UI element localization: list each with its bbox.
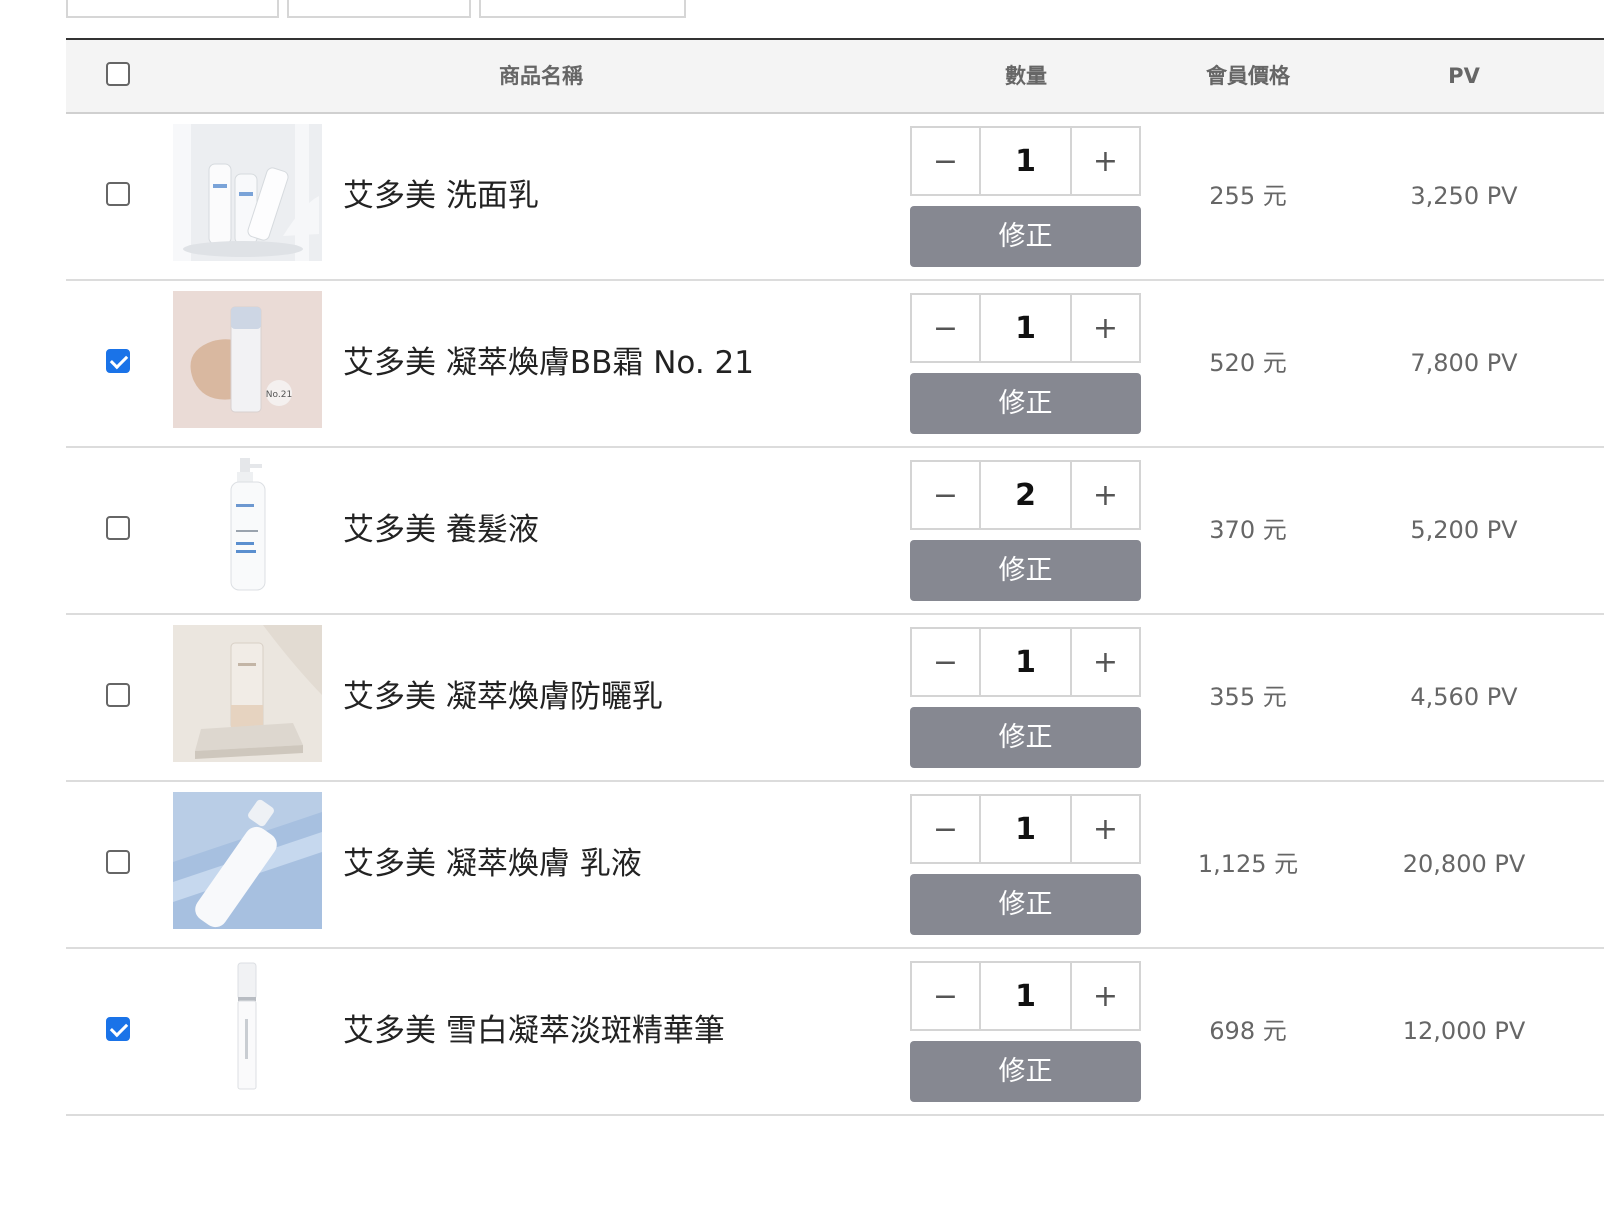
cart-header: 商品名稱 數量 會員價格 PV	[66, 38, 1604, 114]
row-checkbox[interactable]	[106, 1017, 130, 1041]
product-name[interactable]: 艾多美 養髮液	[343, 448, 539, 613]
fix-button[interactable]: 修正	[910, 206, 1141, 267]
product-name[interactable]: 艾多美 凝萃煥膚防曬乳	[343, 615, 663, 780]
plus-icon[interactable]: +	[1072, 295, 1139, 361]
plus-icon[interactable]: +	[1072, 796, 1139, 862]
serum-pen-product-photo	[173, 959, 322, 1096]
row-checkbox[interactable]	[106, 182, 130, 206]
plus-icon[interactable]: +	[1072, 462, 1139, 528]
top-control-1[interactable]	[66, 0, 279, 18]
member-price: 1,125 元	[1197, 850, 1299, 878]
header-member-price: 會員價格	[1206, 64, 1290, 88]
top-control-2[interactable]	[287, 0, 471, 18]
bb-cream-label: No.21	[266, 390, 292, 400]
pv-value: 7,800 PV	[1410, 349, 1518, 377]
header-quantity: 數量	[1005, 64, 1047, 88]
minus-icon[interactable]: −	[912, 295, 979, 361]
minus-icon[interactable]: −	[912, 462, 979, 528]
header-product-name: 商品名稱	[499, 64, 583, 88]
cart-row-1: 艾多美 洗面乳 − 1 + 修正 255 元 3,250 PV	[66, 114, 1604, 281]
row-checkbox[interactable]	[106, 683, 130, 707]
plus-icon[interactable]: +	[1072, 128, 1139, 194]
pv-value: 4,560 PV	[1410, 683, 1518, 711]
plus-icon[interactable]: +	[1072, 963, 1139, 1029]
row-checkbox[interactable]	[106, 349, 130, 373]
pv-value: 3,250 PV	[1410, 182, 1518, 210]
top-control-3[interactable]	[479, 0, 686, 18]
bb-cream-product-photo: No.21	[173, 291, 322, 428]
plus-icon[interactable]: +	[1072, 629, 1139, 695]
quantity-value[interactable]: 1	[979, 295, 1072, 361]
pv-value: 5,200 PV	[1410, 516, 1518, 544]
member-price: 255 元	[1209, 182, 1287, 210]
minus-icon[interactable]: −	[912, 796, 979, 862]
quantity-stepper: − 1 +	[910, 627, 1141, 697]
check-icon	[109, 350, 129, 370]
cleanser-product-photo	[173, 124, 322, 261]
fix-button[interactable]: 修正	[910, 707, 1141, 768]
pv-value: 20,800 PV	[1402, 850, 1526, 878]
quantity-value[interactable]: 1	[979, 629, 1072, 695]
cart-page: 商品名稱 數量 會員價格 PV 艾多美 洗面乳 − 1 + 修正 255 元 3…	[0, 0, 1604, 1206]
product-name[interactable]: 艾多美 凝萃煥膚 乳液	[343, 782, 642, 947]
header-pv: PV	[1448, 64, 1480, 88]
fix-button[interactable]: 修正	[910, 874, 1141, 935]
cart-table: 商品名稱 數量 會員價格 PV 艾多美 洗面乳 − 1 + 修正 255 元 3…	[66, 38, 1604, 1116]
member-price: 355 元	[1209, 683, 1287, 711]
cart-row-3: 艾多美 養髮液 − 2 + 修正 370 元 5,200 PV	[66, 448, 1604, 615]
cart-row-2: No.21 艾多美 凝萃煥膚BB霜 No. 21 − 1 + 修正 520 元 …	[66, 281, 1604, 448]
check-icon	[109, 1018, 129, 1038]
row-checkbox[interactable]	[106, 850, 130, 874]
minus-icon[interactable]: −	[912, 629, 979, 695]
fix-button[interactable]: 修正	[910, 373, 1141, 434]
minus-icon[interactable]: −	[912, 963, 979, 1029]
fix-button[interactable]: 修正	[910, 540, 1141, 601]
cart-row-6: 艾多美 雪白凝萃淡斑精華筆 − 1 + 修正 698 元 12,000 PV	[66, 949, 1604, 1116]
minus-icon[interactable]: −	[912, 128, 979, 194]
quantity-stepper: − 1 +	[910, 126, 1141, 196]
quantity-stepper: − 1 +	[910, 794, 1141, 864]
pv-value: 12,000 PV	[1402, 1017, 1526, 1045]
quantity-value[interactable]: 1	[979, 796, 1072, 862]
member-price: 698 元	[1209, 1017, 1287, 1045]
quantity-stepper: − 1 +	[910, 293, 1141, 363]
sunscreen-product-photo	[173, 625, 322, 762]
quantity-stepper: − 1 +	[910, 961, 1141, 1031]
product-name[interactable]: 艾多美 雪白凝萃淡斑精華筆	[343, 949, 725, 1114]
quantity-value[interactable]: 2	[979, 462, 1072, 528]
cart-row-4: 艾多美 凝萃煥膚防曬乳 − 1 + 修正 355 元 4,560 PV	[66, 615, 1604, 782]
member-price: 520 元	[1209, 349, 1287, 377]
row-checkbox[interactable]	[106, 516, 130, 540]
hair-tonic-product-photo	[173, 458, 322, 595]
product-name[interactable]: 艾多美 凝萃煥膚BB霜 No. 21	[343, 281, 754, 446]
quantity-value[interactable]: 1	[979, 128, 1072, 194]
quantity-value[interactable]: 1	[979, 963, 1072, 1029]
quantity-stepper: − 2 +	[910, 460, 1141, 530]
member-price: 370 元	[1209, 516, 1287, 544]
emulsion-product-photo	[173, 792, 322, 929]
cart-row-5: 艾多美 凝萃煥膚 乳液 − 1 + 修正 1,125 元 20,800 PV	[66, 782, 1604, 949]
fix-button[interactable]: 修正	[910, 1041, 1141, 1102]
product-name[interactable]: 艾多美 洗面乳	[343, 114, 539, 279]
select-all-checkbox[interactable]	[106, 62, 130, 86]
